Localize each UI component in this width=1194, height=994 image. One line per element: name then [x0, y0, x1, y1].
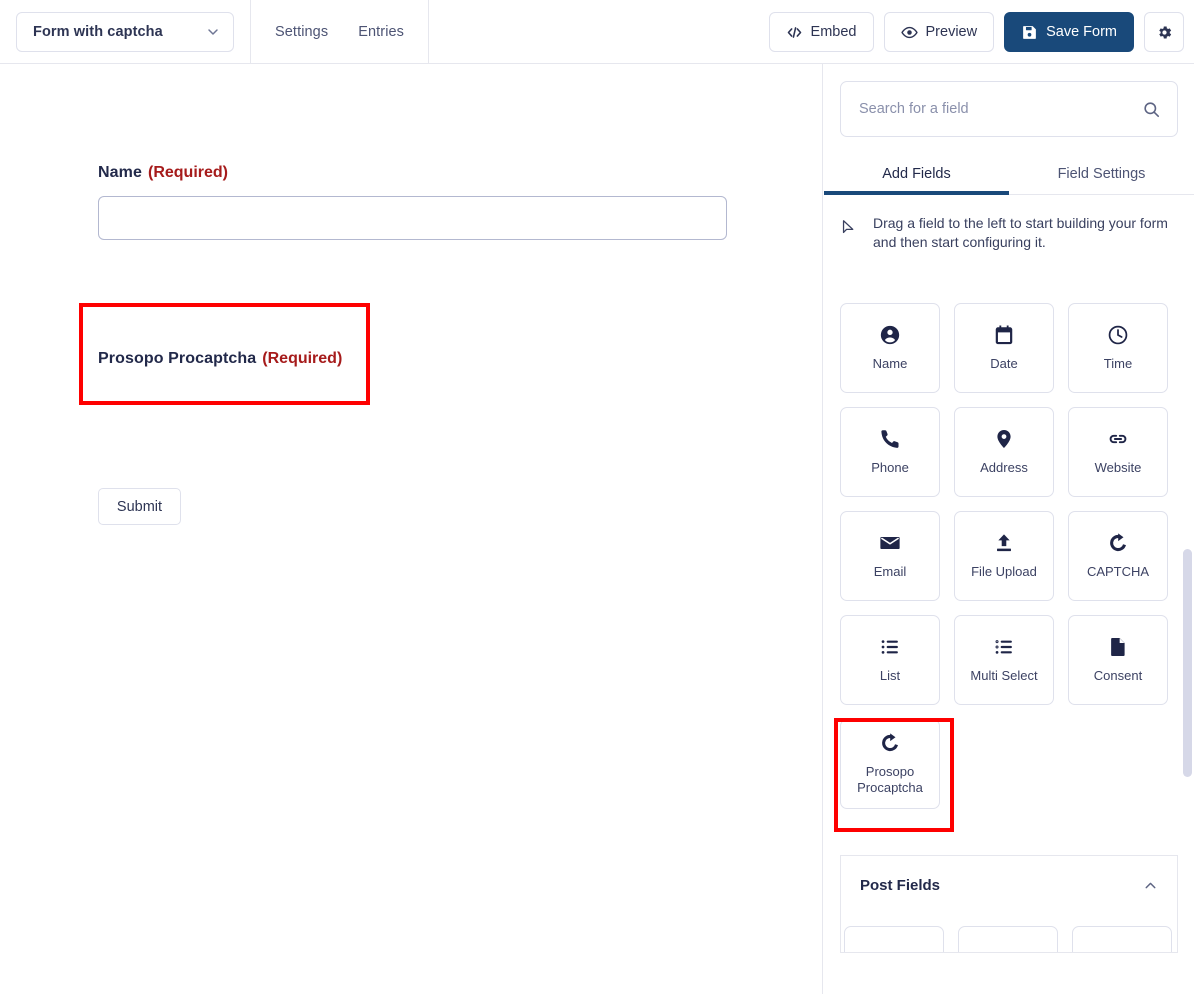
save-form-button[interactable]: Save Form [1004, 12, 1134, 52]
field-card-label: Phone [871, 460, 909, 475]
refresh-icon [879, 732, 901, 754]
form-canvas: Name (Required) Prosopo Procaptcha (Requir… [0, 64, 823, 994]
bulleted-list-icon [879, 636, 901, 658]
form-selector-dropdown[interactable]: Form with captcha [16, 12, 234, 52]
field-card-phone[interactable]: Phone [840, 407, 940, 497]
post-field-card[interactable] [958, 926, 1058, 952]
envelope-icon [879, 532, 901, 554]
field-card-file-upload[interactable]: File Upload [954, 511, 1054, 601]
post-fields-title: Post Fields [860, 876, 941, 894]
field-label-row: Name (Required) [98, 164, 727, 182]
multi-select-list-icon [993, 636, 1015, 658]
field-card-list[interactable]: List [840, 615, 940, 705]
gear-icon [1156, 24, 1173, 41]
post-field-card[interactable] [844, 926, 944, 952]
field-card-captcha[interactable]: CAPTCHA [1068, 511, 1168, 601]
location-pin-icon [993, 428, 1015, 450]
cursor-arrow-icon [840, 219, 857, 236]
name-text-input[interactable] [98, 196, 727, 240]
nav-link-entries[interactable]: Entries [358, 24, 404, 40]
field-card-label: CAPTCHA [1086, 564, 1150, 579]
standard-fields-grid: Name Date Time Phone Address Website Ema… [840, 303, 1180, 809]
save-form-button-label: Save Form [1046, 24, 1117, 40]
field-label: Name [98, 164, 142, 181]
field-card-label: Email [873, 564, 907, 579]
field-card-prosopo-procaptcha[interactable]: Prosopo Procaptcha [840, 719, 940, 809]
form-builder-app: Form with captcha Settings Entries Embed… [0, 0, 1194, 994]
field-card-website[interactable]: Website [1068, 407, 1168, 497]
calendar-icon [993, 324, 1015, 346]
search-icon[interactable] [1142, 100, 1161, 119]
required-indicator: (Required) [262, 350, 343, 367]
post-fields-header[interactable]: Post Fields [841, 856, 1177, 914]
form-field-prosopo-procaptcha[interactable]: Prosopo Procaptcha (Required) [98, 350, 342, 368]
field-card-consent[interactable]: Consent [1068, 615, 1168, 705]
field-card-label: Multi Select [970, 668, 1038, 683]
field-card-label: List [879, 668, 901, 683]
tab-add-fields[interactable]: Add Fields [824, 153, 1009, 195]
account-circle-icon [879, 324, 901, 346]
form-selector-value: Form with captcha [33, 24, 163, 40]
field-card-label: Consent [1093, 668, 1143, 683]
panel-scrollbar-track[interactable] [1182, 64, 1194, 994]
preview-button-label: Preview [925, 24, 978, 40]
link-icon [1107, 428, 1129, 450]
toolbar-actions: Embed Preview Save Form [768, 12, 1184, 52]
toolbar-divider [428, 0, 429, 64]
nav-link-settings[interactable]: Settings [275, 24, 328, 40]
toolbar-divider [250, 0, 251, 64]
upload-icon [993, 532, 1015, 554]
top-nav-links: Settings Entries [275, 0, 404, 64]
field-library-panel: Add Fields Field Settings Drag a field t… [824, 64, 1194, 994]
field-card-email[interactable]: Email [840, 511, 940, 601]
required-indicator: (Required) [147, 164, 228, 181]
field-card-label: Name [872, 356, 908, 371]
floppy-disk-icon [1021, 24, 1038, 41]
top-toolbar: Form with captcha Settings Entries Embed… [0, 0, 1194, 64]
tab-field-settings[interactable]: Field Settings [1009, 153, 1194, 194]
clock-icon [1107, 324, 1129, 346]
field-card-label: File Upload [971, 564, 1037, 579]
field-search-box[interactable] [840, 81, 1178, 137]
field-card-time[interactable]: Time [1068, 303, 1168, 393]
post-fields-section: Post Fields [840, 855, 1178, 953]
field-card-label: Date [990, 356, 1018, 371]
field-card-date[interactable]: Date [954, 303, 1054, 393]
post-field-card[interactable] [1072, 926, 1172, 952]
refresh-icon [1107, 532, 1129, 554]
field-label: Prosopo Procaptcha [98, 350, 257, 367]
submit-button[interactable]: Submit [98, 488, 181, 525]
field-card-label: Prosopo Procaptcha [857, 764, 923, 795]
panel-tabs: Add Fields Field Settings [824, 153, 1194, 195]
preview-button[interactable]: Preview [883, 12, 995, 52]
field-card-multi-select[interactable]: Multi Select [954, 615, 1054, 705]
form-field-name[interactable]: Name (Required) [98, 164, 727, 240]
field-card-address[interactable]: Address [954, 407, 1054, 497]
embed-button[interactable]: Embed [768, 12, 874, 52]
drag-hint: Drag a field to the left to start buildi… [840, 214, 1178, 252]
form-settings-button[interactable] [1144, 12, 1184, 52]
embed-button-label: Embed [810, 24, 857, 40]
search-input[interactable] [857, 100, 1142, 118]
chevron-down-icon [205, 24, 221, 40]
panel-scrollbar-thumb[interactable] [1183, 549, 1192, 777]
eye-icon [900, 24, 918, 41]
code-brackets-icon [786, 24, 803, 41]
field-label-row: Prosopo Procaptcha (Required) [98, 350, 342, 368]
chevron-up-icon[interactable] [1142, 877, 1159, 894]
field-card-label: Address [980, 460, 1028, 475]
phone-icon [879, 428, 901, 450]
post-fields-grid [841, 914, 1177, 952]
field-card-label: Time [1103, 356, 1133, 371]
drag-hint-text: Drag a field to the left to start buildi… [873, 215, 1168, 250]
field-card-name[interactable]: Name [840, 303, 940, 393]
document-icon [1107, 636, 1129, 658]
field-card-label: Website [1094, 460, 1142, 475]
